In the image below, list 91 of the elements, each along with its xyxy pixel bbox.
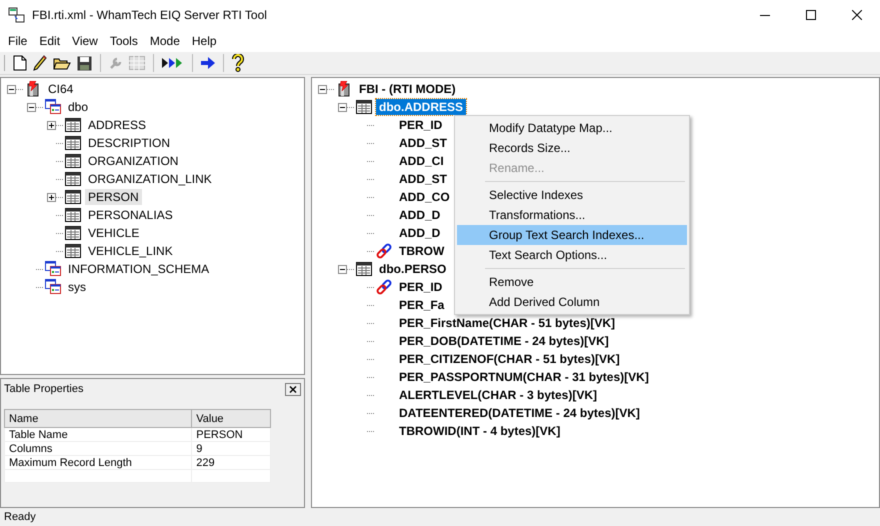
table-icon xyxy=(65,136,81,150)
pencil-icon[interactable] xyxy=(33,55,47,71)
table-icon xyxy=(65,172,81,186)
tree-item[interactable]: dbo.ADDRESS xyxy=(376,99,466,115)
database-icon xyxy=(25,81,41,97)
help-icon[interactable] xyxy=(232,54,244,72)
menu-item[interactable]: Transformations... xyxy=(457,205,687,225)
menu-item[interactable]: Selective Indexes xyxy=(457,185,687,205)
menu-item[interactable]: View xyxy=(66,34,104,48)
tree-item[interactable]: ADD_ST xyxy=(396,135,450,151)
tree-item[interactable]: PER_PASSPORTNUM(CHAR - 31 bytes)[VK] xyxy=(396,369,652,385)
tree-item[interactable]: PER_FirstName(CHAR - 51 bytes)[VK] xyxy=(396,315,618,331)
tree-item[interactable]: ALERTLEVEL(CHAR - 3 bytes)[VK] xyxy=(396,387,600,403)
tree-item[interactable]: PERSONALIAS xyxy=(85,207,176,223)
new-file-icon[interactable] xyxy=(13,55,27,71)
tree-item[interactable]: CI64 xyxy=(45,81,76,97)
collapse-icon[interactable] xyxy=(338,102,347,112)
expand-icon[interactable] xyxy=(47,120,56,130)
tree-item[interactable]: dbo xyxy=(65,99,92,115)
tree-item[interactable]: ORGANIZATION xyxy=(85,153,182,169)
save-icon[interactable] xyxy=(77,56,92,70)
tree-item[interactable]: DATEENTERED(DATETIME - 24 bytes)[VK] xyxy=(396,405,643,421)
menu-item[interactable]: Modify Datatype Map... xyxy=(457,118,687,138)
tree-item[interactable]: TBROW xyxy=(396,243,448,259)
menu-item[interactable]: Tools xyxy=(104,34,144,48)
menu-item[interactable]: File xyxy=(2,34,34,48)
table-icon xyxy=(65,244,81,258)
tree-item[interactable]: VEHICLE xyxy=(85,225,142,241)
column-header[interactable]: Value xyxy=(192,410,270,428)
tree-item[interactable]: ORGANIZATION_LINK xyxy=(85,171,215,187)
tree-item[interactable]: ADD_CO xyxy=(396,189,453,205)
tree-item[interactable]: ADD_ST xyxy=(396,171,450,187)
table-cell: Columns xyxy=(4,442,192,456)
tree-item[interactable]: PER_CITIZENOF(CHAR - 51 bytes)[VK] xyxy=(396,351,623,367)
table-icon xyxy=(65,226,81,240)
tree-item[interactable]: ADD_CI xyxy=(396,153,447,169)
database-icon xyxy=(336,81,352,97)
collapse-icon[interactable] xyxy=(338,264,347,274)
table-cell: 229 xyxy=(192,456,270,470)
app-icon xyxy=(8,7,26,23)
table-cell: 9 xyxy=(192,442,270,456)
column-header[interactable]: Name xyxy=(4,410,192,428)
close-icon[interactable] xyxy=(285,382,301,396)
tree-item[interactable]: dbo.PERSO xyxy=(376,261,450,277)
maximize-icon[interactable] xyxy=(806,10,816,20)
tree-item[interactable]: PER_ID xyxy=(396,117,446,133)
windows-icon xyxy=(45,261,61,277)
window-title: FBI.rti.xml - WhamTech EIQ Server RTI Tool xyxy=(32,8,268,22)
tree-item[interactable]: PERSON xyxy=(85,189,142,205)
tree-item[interactable]: ADD_D xyxy=(396,225,444,241)
table-icon xyxy=(65,190,81,204)
tree-item[interactable]: FBI - (RTI MODE) xyxy=(356,81,459,97)
tree-item[interactable]: sys xyxy=(65,279,89,295)
windows-icon xyxy=(45,99,61,115)
table-icon xyxy=(65,208,81,222)
collapse-icon[interactable] xyxy=(318,84,327,94)
right-arrow-icon[interactable] xyxy=(201,57,215,69)
chain-link-icon xyxy=(376,243,392,259)
tree-item[interactable]: PER_Fa xyxy=(396,297,448,313)
table-icon xyxy=(356,262,372,276)
table-icon xyxy=(65,118,81,132)
close-icon[interactable] xyxy=(852,10,862,20)
collapse-icon[interactable] xyxy=(27,102,36,112)
menu-item[interactable]: Text Search Options... xyxy=(457,245,687,265)
menu-item[interactable]: Remove xyxy=(457,272,687,292)
tree-item[interactable]: PER_ID xyxy=(396,279,446,295)
triple-arrow-icon[interactable] xyxy=(162,57,184,69)
windows-icon xyxy=(45,279,61,295)
menu-item[interactable]: Records Size... xyxy=(457,138,687,158)
menu-item[interactable]: Edit xyxy=(33,34,66,48)
tree-item[interactable]: PER_DOB(DATETIME - 24 bytes)[VK] xyxy=(396,333,612,349)
chain-link-icon xyxy=(376,279,392,295)
table-icon xyxy=(356,100,372,114)
table-icon xyxy=(65,154,81,168)
tree-item[interactable]: VEHICLE_LINK xyxy=(85,243,176,259)
table-cell: PERSON xyxy=(192,428,270,442)
tree-item[interactable]: INFORMATION_SCHEMA xyxy=(65,261,212,277)
panel-title: Table Properties xyxy=(4,383,84,395)
table-cell: Maximum Record Length xyxy=(4,456,192,470)
menu-item[interactable]: Add Derived Column xyxy=(457,292,687,312)
menu-item[interactable]: Help xyxy=(186,34,223,48)
collapse-icon[interactable] xyxy=(7,84,16,94)
expand-icon[interactable] xyxy=(47,192,56,202)
menu-item[interactable]: Mode xyxy=(144,34,186,48)
tree-item[interactable]: ADDRESS xyxy=(85,117,150,133)
table-cell: Table Name xyxy=(4,428,192,442)
menu-item[interactable]: Group Text Search Indexes... xyxy=(457,225,687,245)
status-text: Ready xyxy=(4,511,36,523)
tree-item[interactable]: DESCRIPTION xyxy=(85,135,174,151)
tree-item[interactable]: TBROWID(INT - 4 bytes)[VK] xyxy=(396,423,564,439)
tree-item[interactable]: ADD_D xyxy=(396,207,444,223)
